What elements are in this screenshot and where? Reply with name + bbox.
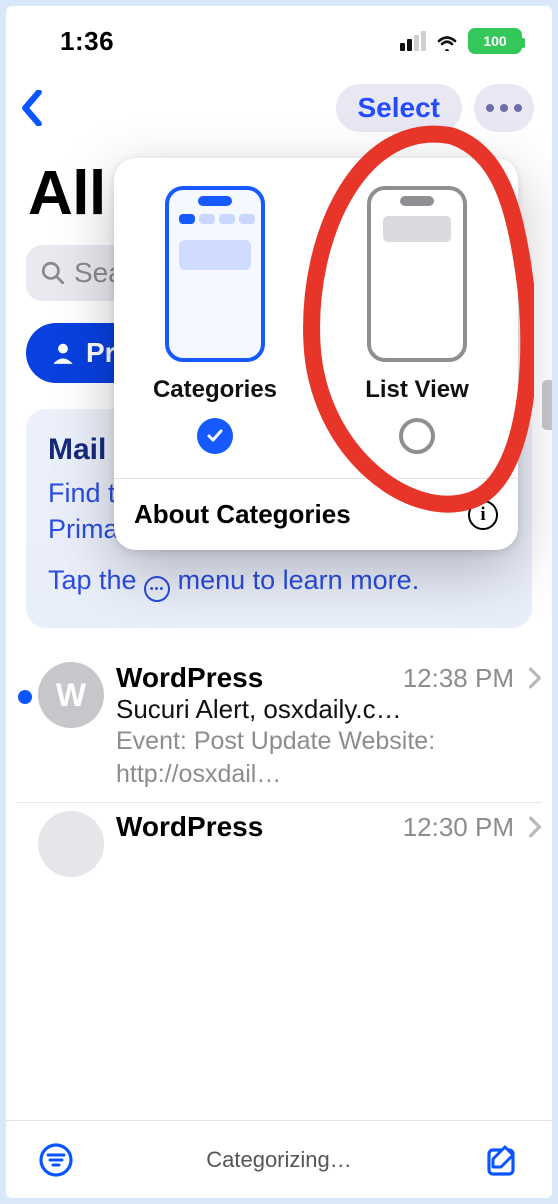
scrollbar-thumb[interactable] [542,380,552,430]
view-option-list[interactable]: List View [316,158,518,478]
compose-button[interactable] [478,1136,526,1184]
view-mode-popup: Categories List View About Categories i [114,158,518,550]
select-button[interactable]: Select [336,84,463,132]
mail-time: 12:30 PM [403,812,514,843]
option-label: List View [365,376,469,404]
mail-item[interactable]: WordPress 12:30 PM [16,802,542,889]
bottom-toolbar: Categorizing… [6,1120,552,1198]
back-button[interactable] [18,88,58,128]
categories-preview-icon [165,186,265,362]
info-card-text-2: Tap the menu to learn more. [48,562,510,602]
avatar [38,811,104,877]
mail-time: 12:38 PM [403,663,514,694]
toolbar-status: Categorizing… [206,1147,352,1173]
avatar: W [38,662,104,728]
option-label: Categories [153,376,277,404]
filter-icon [37,1141,75,1179]
person-icon [50,340,76,366]
cellular-icon [400,31,426,51]
mail-item[interactable]: W WordPress 12:38 PM Sucuri Alert, osxda… [16,654,542,802]
more-button[interactable] [474,84,534,132]
mail-preview: Event: Post Update Website: http://osxda… [116,725,542,790]
ellipsis-inline-icon [144,576,170,602]
nav-bar: Select [6,66,552,138]
mail-subject: Sucuri Alert, osxdaily.c… [116,694,542,725]
wifi-icon [434,31,460,51]
view-option-categories[interactable]: Categories [114,158,316,478]
about-categories-label: About Categories [134,499,351,530]
compose-icon [483,1141,521,1179]
status-time: 1:36 [60,26,114,57]
about-categories-row[interactable]: About Categories i [114,479,518,550]
ellipsis-icon [486,104,494,112]
mail-list: W WordPress 12:38 PM Sucuri Alert, osxda… [6,650,552,889]
chevron-right-icon [528,667,542,689]
status-indicators: 100 [400,28,522,54]
radio-checked-icon [197,418,233,454]
info-icon: i [468,500,498,530]
filter-button[interactable] [32,1136,80,1184]
list-preview-icon [367,186,467,362]
battery-icon: 100 [468,28,522,54]
search-icon [40,260,66,286]
chevron-left-icon [18,90,46,126]
chevron-right-icon [528,816,542,838]
status-bar: 1:36 100 [6,6,552,66]
mail-sender: WordPress [116,811,263,843]
radio-unchecked-icon [399,418,435,454]
mail-sender: WordPress [116,662,263,694]
unread-dot-icon [18,690,32,704]
